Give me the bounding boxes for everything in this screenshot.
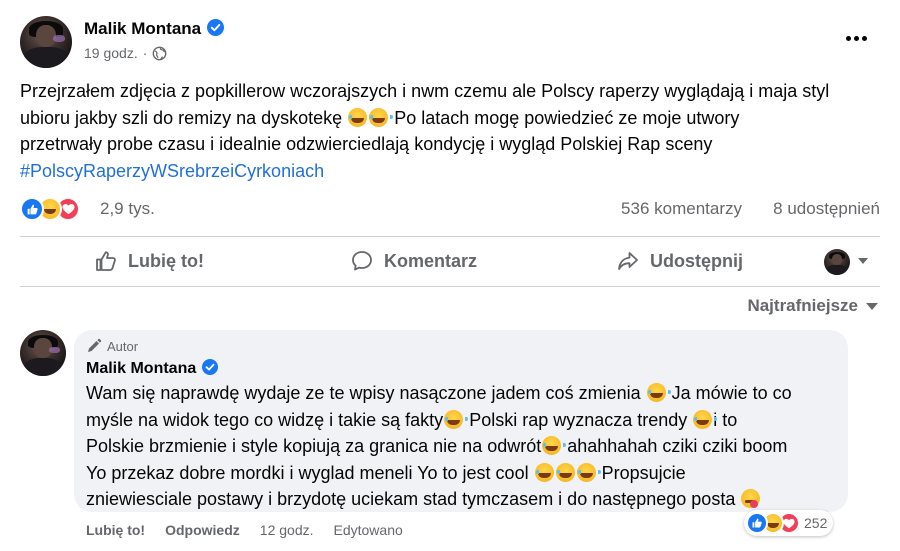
verified-badge-icon bbox=[202, 359, 219, 375]
comments-count[interactable]: 536 komentarzy bbox=[621, 199, 742, 219]
like-button[interactable]: Lubię to! bbox=[94, 238, 204, 284]
comment-text-line: Polskie brzmienie i style kopiują za gra… bbox=[86, 436, 788, 456]
comment-edited-label[interactable]: Edytowano bbox=[334, 522, 403, 538]
post-author-name[interactable]: Malik Montana bbox=[84, 19, 225, 39]
share-arrow-icon bbox=[618, 252, 638, 270]
chevron-down-icon bbox=[866, 302, 878, 310]
author-avatar[interactable] bbox=[20, 16, 72, 68]
tears-of-joy-emoji-icon bbox=[534, 462, 559, 482]
post-timestamp[interactable]: 19 godz. bbox=[84, 45, 138, 61]
comment-actions: Lubię to! Odpowiedz 12 godz. Edytowano bbox=[86, 522, 403, 538]
post-body: Przejrzałem zdjęcia z popkillerow wczora… bbox=[20, 78, 882, 184]
tears-of-joy-emoji-icon bbox=[646, 383, 671, 402]
divider bbox=[20, 286, 880, 287]
pencil-icon bbox=[88, 338, 102, 352]
profile-switcher[interactable] bbox=[824, 248, 880, 276]
sort-label: Najtrafniejsze bbox=[747, 296, 858, 315]
share-button-label: Udostępnij bbox=[650, 250, 743, 271]
thumbs-up-icon bbox=[96, 251, 116, 271]
comment-bubble: Autor Malik Montana Wam się naprawdę wyd… bbox=[74, 330, 848, 512]
comment-text-line: Wam się naprawdę wydaje ze te wpisy nasą… bbox=[86, 383, 792, 403]
comment-author-avatar[interactable] bbox=[20, 330, 66, 376]
comment-reply-button[interactable]: Odpowiedz bbox=[165, 522, 240, 538]
like-reaction-icon bbox=[746, 512, 768, 534]
post-hashtag-line: #PolscyRaperzyWSrebrzeiCyrkoniach bbox=[20, 158, 882, 185]
comment-like-button[interactable]: Lubię to! bbox=[86, 522, 145, 538]
reactions-summary: 2,9 tys. 536 komentarzy 8 udostępnień bbox=[20, 196, 882, 222]
tears-of-joy-emoji-icon bbox=[576, 462, 601, 482]
meta-separator: · bbox=[142, 45, 148, 61]
post-author-name-text[interactable]: Malik Montana bbox=[84, 19, 201, 38]
more-options-icon[interactable] bbox=[840, 26, 872, 50]
comment-text-line: zniewiesciale postawy i brzydotę uciekam… bbox=[86, 486, 842, 513]
comment-sort-dropdown[interactable]: Najtrafniejsze bbox=[747, 296, 878, 316]
comment-button-label: Komentarz bbox=[384, 250, 478, 271]
shares-count[interactable]: 8 udostępnień bbox=[773, 199, 880, 219]
tears-of-joy-emoji-icon bbox=[693, 409, 718, 429]
author-badge: Autor bbox=[86, 338, 138, 354]
tears-of-joy-emoji-icon bbox=[555, 462, 580, 482]
tears-of-joy-emoji-icon bbox=[348, 107, 373, 127]
comment-text-line: myśle na widok tego co widzę i takie są … bbox=[86, 409, 738, 430]
divider bbox=[20, 236, 880, 237]
hashtag-link[interactable]: #PolscyRaperzyWSrebrzeiCyrkoniach bbox=[20, 161, 324, 181]
comment-button[interactable]: Komentarz bbox=[350, 238, 477, 284]
profile-avatar bbox=[824, 249, 850, 275]
post-meta: 19 godz. · bbox=[84, 45, 167, 61]
post-action-bar: Lubię to! Komentarz Udostępnij bbox=[20, 238, 880, 284]
tears-of-joy-emoji-icon bbox=[369, 107, 394, 127]
like-button-label: Lubię to! bbox=[128, 250, 204, 271]
comment-timestamp[interactable]: 12 godz. bbox=[260, 522, 314, 538]
globe-icon bbox=[153, 46, 167, 60]
comment-reaction-count: 252 bbox=[804, 515, 828, 531]
post-header: Malik Montana 19 godz. · bbox=[20, 14, 880, 70]
post-text-line: Przejrzałem zdjęcia z popkillerow wczora… bbox=[20, 81, 830, 101]
author-badge-label: Autor bbox=[107, 338, 139, 354]
share-button[interactable]: Udostępnij bbox=[616, 238, 743, 284]
tears-of-joy-emoji-icon bbox=[542, 436, 567, 455]
reaction-icons[interactable] bbox=[20, 197, 80, 221]
reaction-count[interactable]: 2,9 tys. bbox=[100, 199, 155, 219]
comment-reactions[interactable]: 252 bbox=[744, 510, 834, 536]
speech-bubble-icon bbox=[352, 251, 372, 271]
comment-author-name-text[interactable]: Malik Montana bbox=[86, 360, 196, 377]
post-text-line: ubioru jakby szli do remizy na dyskotekę… bbox=[20, 107, 740, 128]
kissing-wink-emoji-icon bbox=[741, 489, 761, 508]
chevron-down-icon bbox=[858, 258, 868, 264]
tears-of-joy-emoji-icon bbox=[444, 409, 469, 429]
verified-badge-icon bbox=[207, 19, 225, 36]
comment-text-line: Yo przekaz dobre mordki i wyglad meneli … bbox=[86, 462, 686, 483]
comment-author-name[interactable]: Malik Montana bbox=[86, 359, 219, 378]
comment-text: Wam się naprawdę wydaje ze te wpisy nasą… bbox=[86, 380, 842, 513]
like-reaction-icon bbox=[20, 197, 44, 221]
post-text-line: przetrwały probe czasu i idealnie odzwie… bbox=[20, 134, 713, 154]
